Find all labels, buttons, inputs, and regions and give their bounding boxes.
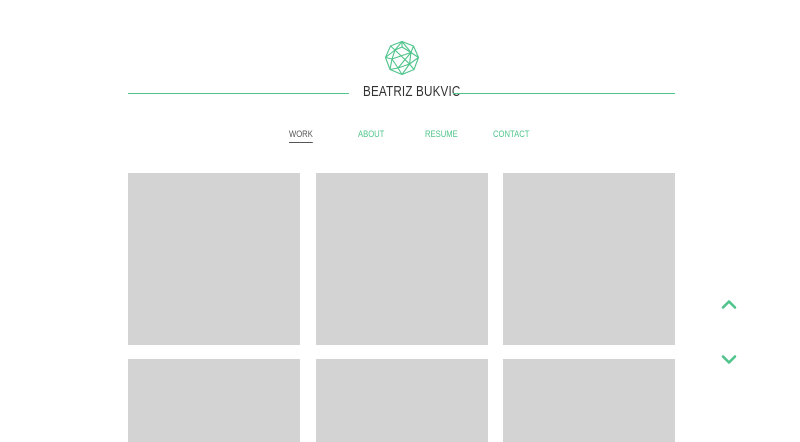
nav-item-resume[interactable]: RESUME — [425, 129, 458, 139]
nav-item-about[interactable]: ABOUT — [358, 129, 384, 139]
nav-item-work[interactable]: WORK — [289, 129, 313, 143]
gallery-tile[interactable] — [128, 359, 300, 442]
gallery-tile[interactable] — [503, 173, 675, 345]
portfolio-page: BEATRIZ BUKVIC WORK ABOUT RESUME CONTACT — [0, 0, 800, 442]
header-divider-left — [128, 93, 349, 94]
geodesic-sphere-icon[interactable] — [384, 40, 420, 76]
chevron-down-icon[interactable] — [720, 354, 738, 366]
chevron-up-icon[interactable] — [720, 298, 738, 310]
gallery-tile[interactable] — [503, 359, 675, 442]
gallery-tile[interactable] — [316, 173, 488, 345]
gallery-tile[interactable] — [128, 173, 300, 345]
site-title[interactable]: BEATRIZ BUKVIC — [363, 83, 460, 100]
nav-item-contact[interactable]: CONTACT — [493, 129, 529, 139]
main-nav: WORK ABOUT RESUME CONTACT — [0, 129, 800, 149]
gallery-tile[interactable] — [316, 359, 488, 442]
header-divider-right — [453, 93, 675, 94]
